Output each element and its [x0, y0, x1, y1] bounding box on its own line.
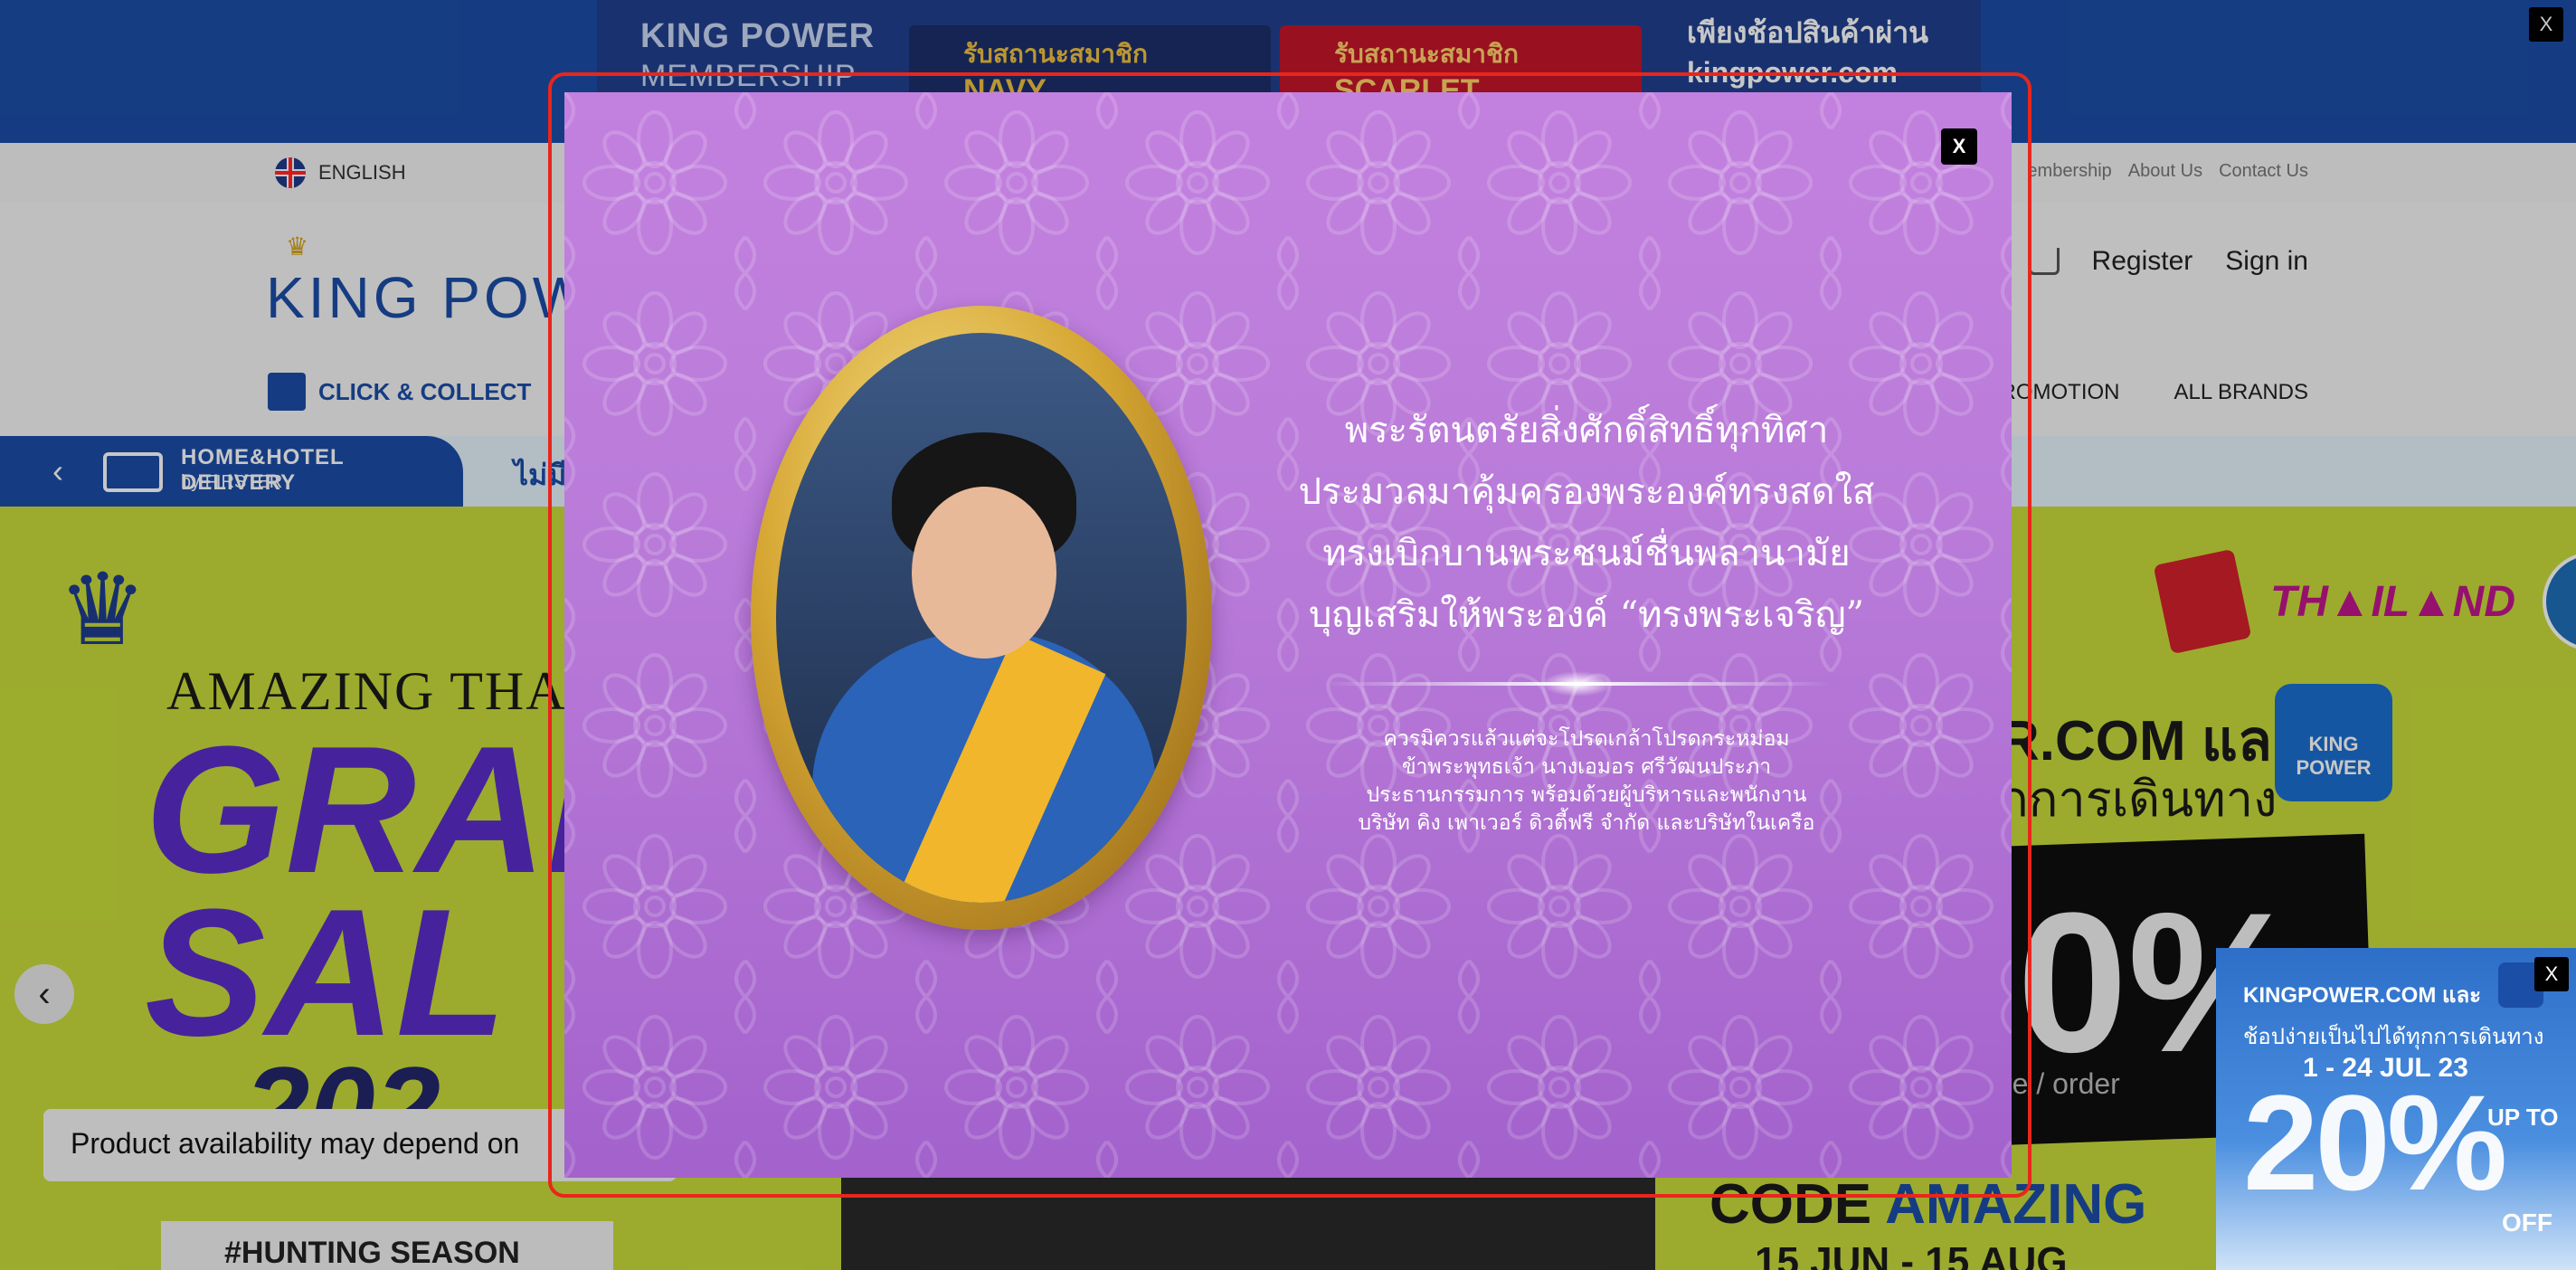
- corner-promo-discount: 20%: [2243, 1066, 2507, 1218]
- portrait-face: [912, 487, 1056, 659]
- poem-line: พระรัตนตรัยสิ่งศักดิ์สิทธิ์ทุกทิศา: [1344, 410, 1829, 451]
- tribute-line: ประธานกรรมการ พร้อมด้วยผู้บริหารและพนักง…: [1366, 783, 1807, 807]
- corner-promo-upto: UP TO: [2487, 1104, 2559, 1131]
- corner-promo-title: KINGPOWER.COM และ: [2243, 983, 2482, 1008]
- poem-line: ประมวลมาคุ้มครองพระองค์ทรงสดใส: [1298, 471, 1875, 513]
- tribute-line: ควรมิควรแล้วแต่จะโปรดเกล้าโปรดกระหม่อม: [1383, 727, 1790, 751]
- poem-line: บุญเสริมให้พระองค์ “ทรงพระเจริญ”: [1309, 594, 1864, 636]
- royal-poem: พระรัตนตรัยสิ่งศักดิ์สิทธิ์ทุกทิศา ประมว…: [1270, 400, 1903, 646]
- tribute-message: ควรมิควรแล้วแต่จะโปรดเกล้าโปรดกระหม่อม ข…: [1270, 725, 1903, 838]
- corner-promo-off: OFF: [2502, 1208, 2552, 1237]
- royal-portrait: [776, 333, 1187, 903]
- corner-promo-close-button[interactable]: X: [2534, 957, 2569, 991]
- poem-line: ทรงเบิกบานพระชนม์ชื่นพลานามัย: [1322, 533, 1851, 574]
- tribute-line: ข้าพระพุทธเจ้า นางเอมอร ศรีวัฒนประภา: [1401, 755, 1772, 779]
- royal-portrait-frame: [751, 306, 1212, 930]
- divider-glow: [1541, 671, 1614, 697]
- corner-promo-popup[interactable]: KINGPOWER.COM และ ช้อปง่ายเป็นไปได้ทุกกา…: [2216, 948, 2576, 1270]
- tribute-line: บริษัท คิง เพาเวอร์ ดิวตี้ฟรี จำกัด และบ…: [1358, 811, 1815, 835]
- modal-close-button[interactable]: X: [1941, 128, 1977, 165]
- corner-promo-tagline: ช้อปง่ายเป็นไปได้ทุกการเดินทาง: [2243, 1025, 2544, 1049]
- tribute-modal: X พระรัตนตรัยสิ่งศักดิ์สิทธิ์ทุกทิศา ประ…: [564, 92, 2012, 1178]
